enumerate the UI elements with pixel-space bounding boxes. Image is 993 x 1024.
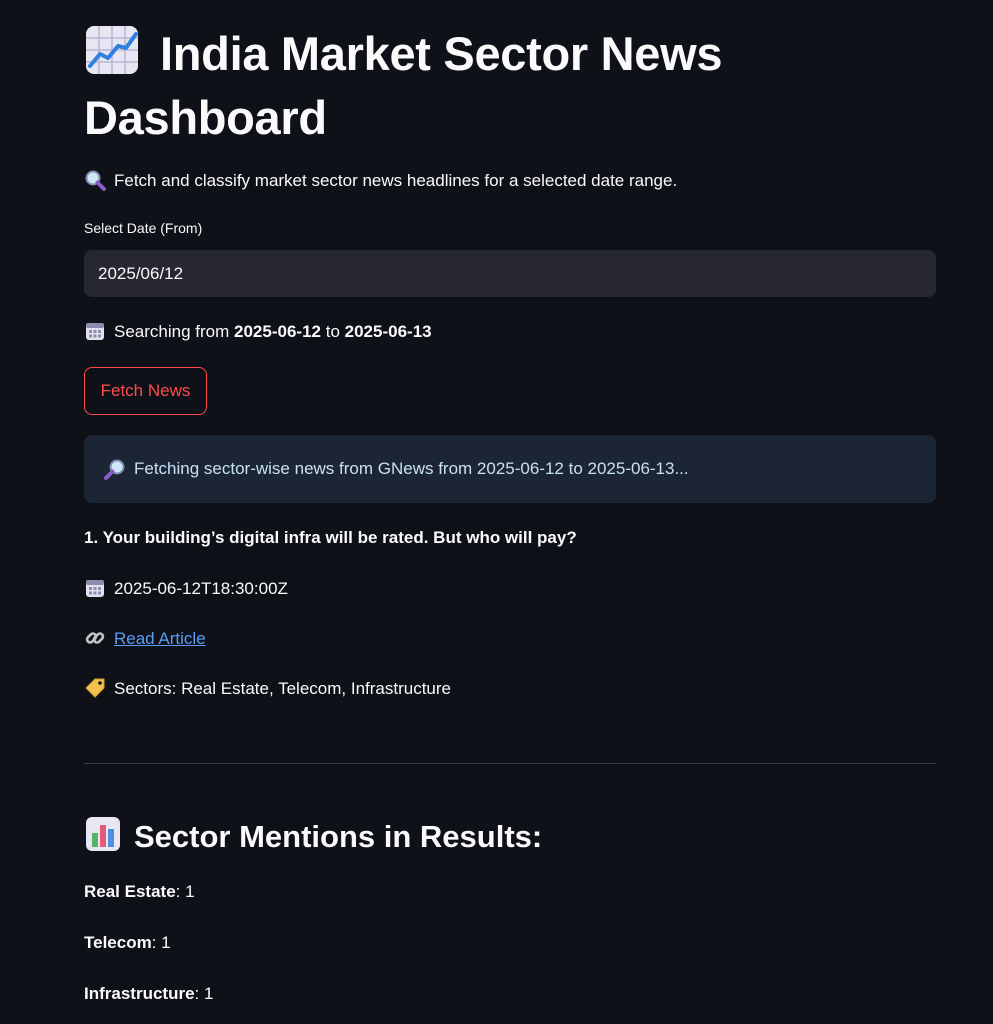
date-input[interactable]: 2025/06/12 (84, 250, 936, 297)
search-range-prefix: Searching from (114, 322, 230, 341)
search-range-text: Searching from 2025-06-12 to 2025-06-13 (84, 319, 432, 345)
article-link-row: Read Article (84, 626, 206, 652)
magnifying-glass-right-icon (104, 458, 126, 480)
chart-increasing-icon (84, 24, 140, 89)
info-alert: Fetching sector-wise news from GNews fro… (84, 435, 936, 503)
sector-mention-item: Infrastructure: 1 (84, 981, 213, 1007)
search-range-to: 2025-06-13 (344, 322, 432, 341)
sector-mention-item: Real Estate: 1 (84, 879, 195, 905)
label-tag-icon (84, 677, 106, 699)
divider (84, 763, 936, 764)
sector-mentions-heading-text: Sector Mentions in Results: (134, 819, 543, 854)
fetch-news-button[interactable]: Fetch News (84, 367, 207, 415)
search-range-connector: to (325, 322, 340, 341)
sector-mention-count: : 1 (175, 882, 195, 901)
magnifying-glass-icon (84, 169, 106, 191)
subtitle: Fetch and classify market sector news he… (84, 168, 677, 194)
subtitle-text: Fetch and classify market sector news he… (114, 171, 678, 190)
page-title: India Market Sector News Dashboard (84, 24, 936, 147)
sector-mention-name: Real Estate (84, 882, 176, 901)
info-message: Fetching sector-wise news from GNews fro… (134, 459, 689, 478)
page-title-text: India Market Sector News Dashboard (84, 27, 723, 144)
sector-mentions-heading: Sector Mentions in Results: (84, 815, 542, 865)
link-icon (84, 627, 106, 649)
sector-mention-name: Infrastructure (84, 984, 195, 1003)
calendar-icon (84, 577, 106, 599)
calendar-icon (84, 320, 106, 342)
article-sectors-text: Sectors: Real Estate, Telecom, Infrastru… (114, 679, 451, 698)
sector-mention-count: : 1 (194, 984, 214, 1003)
sector-mention-count: : 1 (151, 933, 171, 952)
article-headline: 1. Your building’s digital infra will be… (84, 528, 577, 547)
sector-mention-item: Telecom: 1 (84, 930, 171, 956)
article-date: 2025-06-12T18:30:00Z (84, 576, 288, 602)
article-date-text: 2025-06-12T18:30:00Z (114, 579, 288, 598)
sector-mention-name: Telecom (84, 933, 152, 952)
bar-chart-icon (84, 815, 122, 865)
read-article-link[interactable]: Read Article (114, 629, 206, 648)
date-input-label: Select Date (From) (84, 220, 203, 236)
article-sectors: Sectors: Real Estate, Telecom, Infrastru… (84, 676, 451, 702)
search-range-from: 2025-06-12 (234, 322, 321, 341)
